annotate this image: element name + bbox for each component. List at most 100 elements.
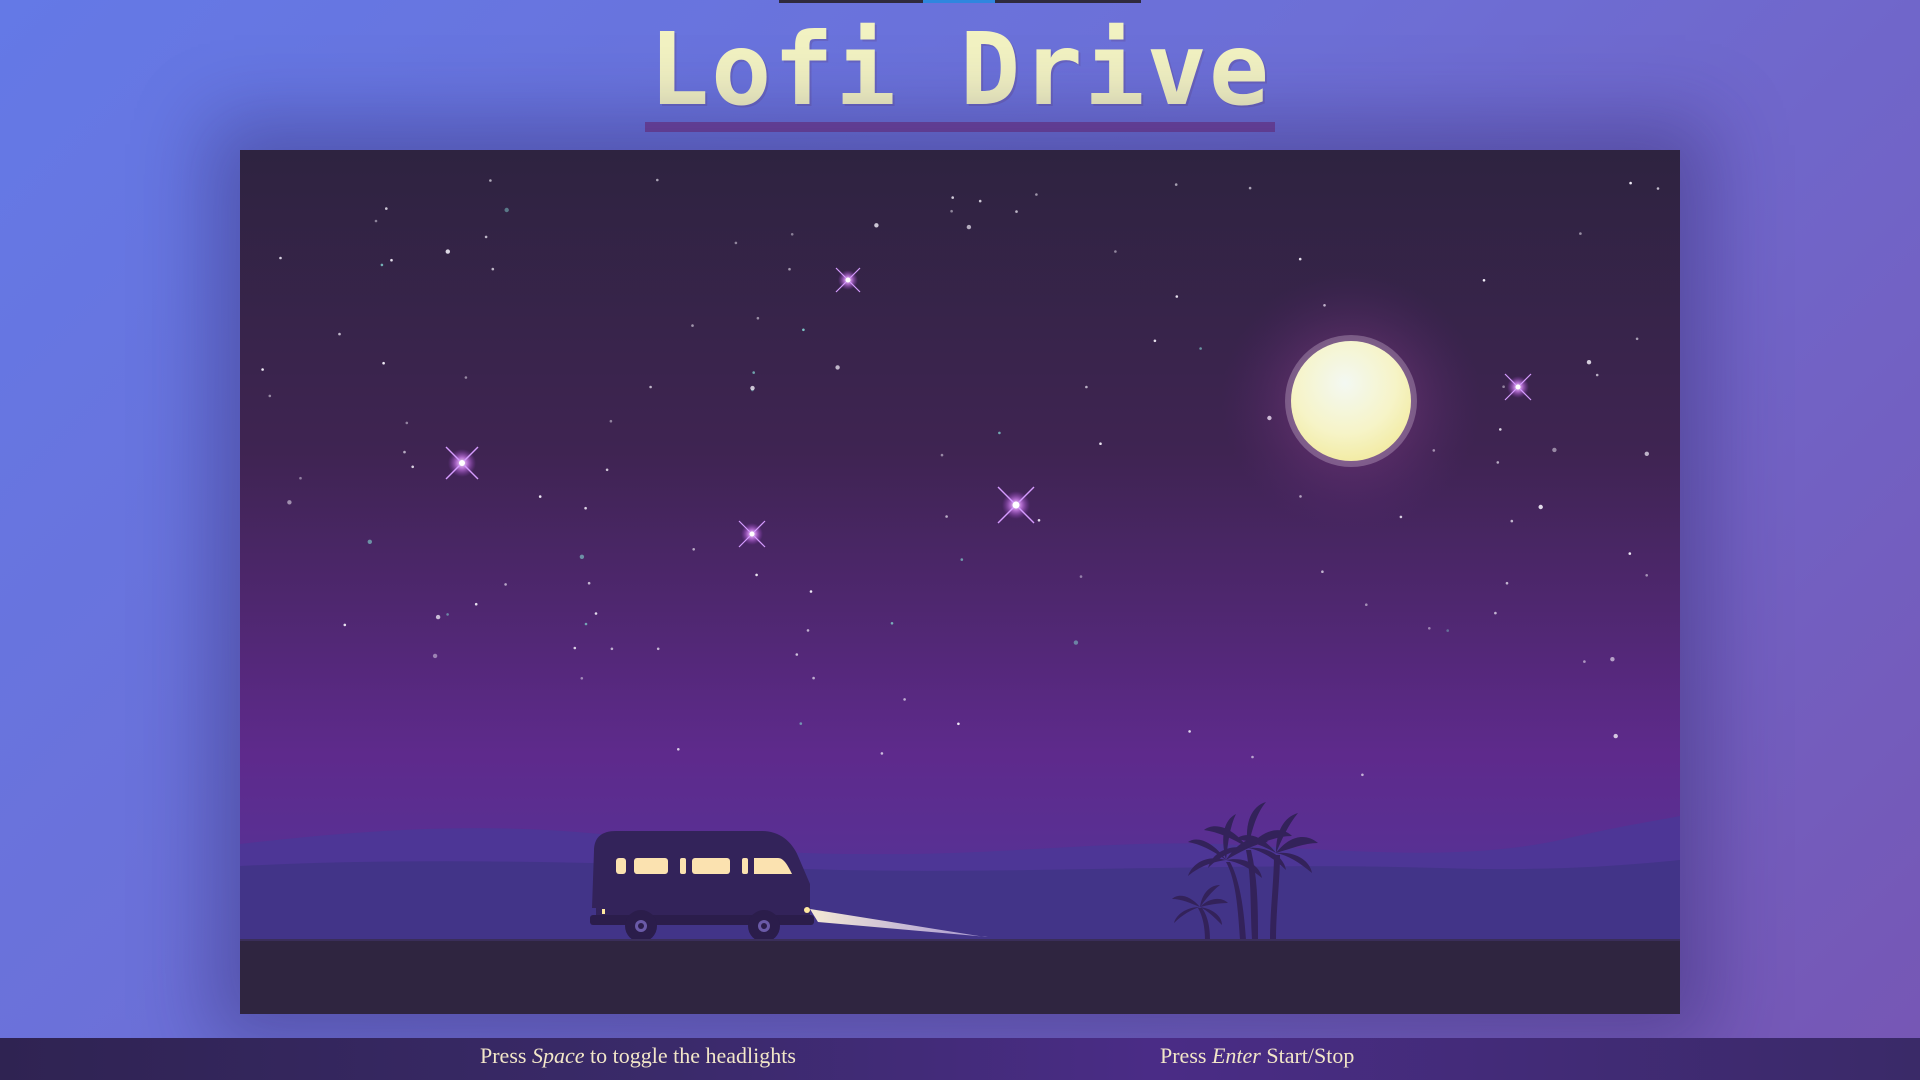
star: [587, 581, 591, 585]
van-window: [742, 858, 748, 874]
van-window: [634, 858, 668, 874]
star: [338, 332, 341, 336]
star: [579, 554, 585, 559]
star: [1586, 360, 1592, 365]
star: [1361, 773, 1364, 777]
startstop-hint-prefix: Press: [1160, 1043, 1207, 1068]
star: [1199, 347, 1202, 350]
star: [1510, 519, 1514, 523]
star: [446, 613, 449, 616]
star: [1482, 279, 1486, 282]
star: [750, 385, 755, 391]
star: [403, 450, 406, 454]
star: [268, 394, 272, 398]
star: [1365, 603, 1368, 606]
star: [1073, 640, 1079, 645]
star: [1552, 447, 1557, 453]
star: [1595, 373, 1599, 377]
star: [435, 614, 441, 620]
star: [474, 602, 478, 606]
star: [1321, 570, 1324, 573]
star: [1628, 552, 1632, 555]
star: [594, 612, 598, 615]
star: [950, 209, 953, 213]
star: [584, 506, 587, 510]
star: [802, 328, 805, 332]
star: [756, 316, 760, 320]
star: [790, 233, 794, 236]
star: [610, 647, 614, 651]
van-window: [616, 858, 626, 874]
scene-canvas[interactable]: [240, 150, 1680, 1014]
star: [966, 224, 972, 230]
star: [1538, 504, 1543, 510]
star: [374, 219, 378, 223]
star: [1583, 660, 1586, 663]
star: [605, 468, 609, 472]
star: [903, 698, 906, 701]
star: [960, 558, 964, 561]
sparkle-3: [738, 520, 766, 548]
star: [998, 431, 1001, 435]
star: [957, 722, 960, 726]
star: [504, 207, 509, 213]
star: [1496, 461, 1500, 464]
star: [940, 453, 944, 457]
star: [1579, 232, 1582, 235]
star: [1035, 193, 1038, 196]
sparkle-1: [445, 446, 479, 480]
star: [287, 500, 292, 505]
headlights-hint-suffix: to toggle the headlights: [589, 1043, 796, 1068]
star: [261, 368, 264, 371]
star: [1656, 187, 1660, 190]
star: [491, 267, 495, 271]
star: [504, 583, 507, 586]
sparkle-2: [997, 486, 1035, 524]
star: [1248, 186, 1252, 190]
star: [1446, 629, 1449, 632]
van-headlight: [804, 907, 810, 913]
star: [1099, 442, 1102, 446]
star: [795, 653, 799, 656]
star: [1085, 385, 1088, 389]
ground: [240, 939, 1680, 1014]
enter-key-label: Enter: [1211, 1043, 1261, 1068]
headlights-hint-prefix: Press: [480, 1043, 527, 1068]
star: [1114, 250, 1117, 253]
star: [1428, 627, 1431, 630]
star: [1644, 451, 1650, 456]
star: [734, 241, 738, 245]
star: [1153, 339, 1157, 343]
star: [978, 199, 982, 203]
star: [1494, 611, 1497, 615]
star: [788, 267, 791, 271]
star: [1645, 574, 1648, 577]
controls-footer: Press Space to toggle the headlights Pre…: [0, 1038, 1920, 1080]
space-key-label: Space: [531, 1043, 585, 1068]
star: [945, 515, 948, 518]
star: [1015, 210, 1018, 213]
star: [584, 622, 588, 626]
star: [385, 207, 388, 210]
star: [573, 646, 577, 650]
moon: [1221, 271, 1481, 531]
star: [343, 623, 347, 627]
star: [464, 376, 468, 379]
star: [1037, 519, 1041, 522]
star: [752, 371, 755, 374]
star: [1188, 730, 1191, 733]
star: [484, 235, 488, 239]
star: [692, 548, 695, 551]
startstop-hint: Press Enter Start/Stop: [1160, 1038, 1354, 1070]
star: [677, 748, 680, 751]
star: [1502, 385, 1505, 388]
scene-svg: [240, 150, 1680, 1014]
star: [812, 676, 815, 680]
star: [835, 365, 840, 370]
headlights-hint: Press Space to toggle the headlights: [480, 1038, 796, 1070]
progress-fill: [923, 0, 996, 3]
star: [890, 622, 894, 625]
star: [1174, 183, 1178, 186]
star: [809, 590, 813, 593]
star: [1499, 428, 1502, 431]
